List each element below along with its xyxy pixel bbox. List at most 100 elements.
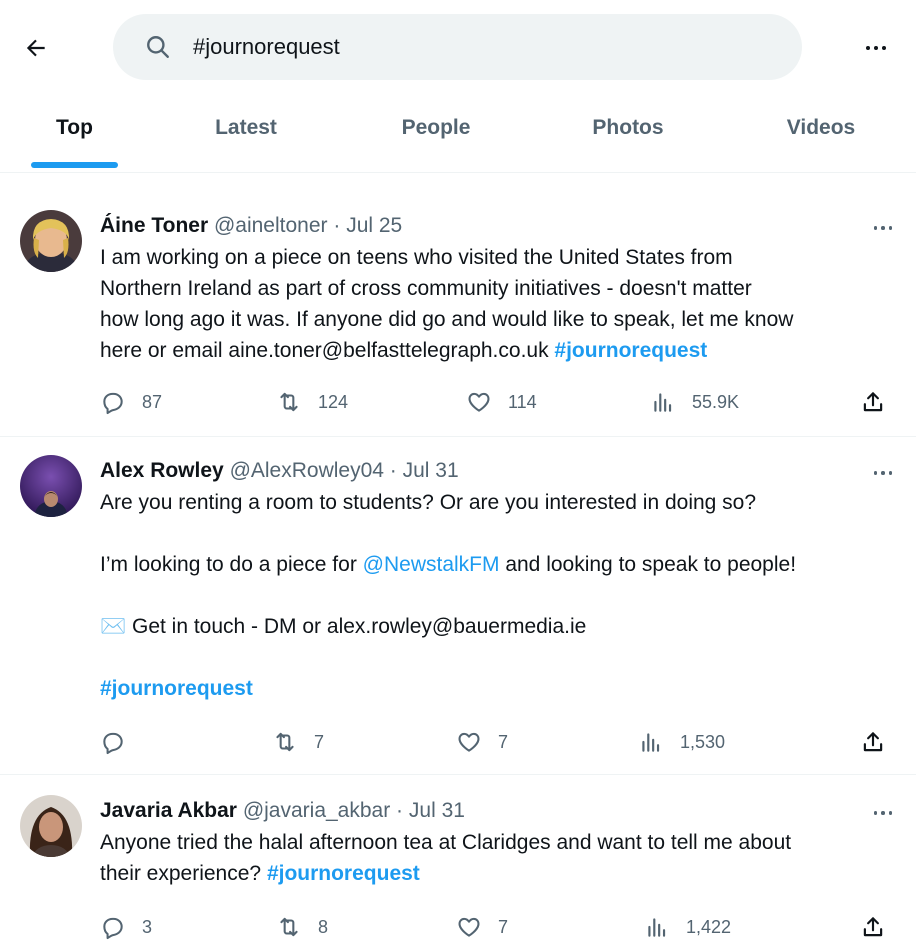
like-count: 114 [508,391,537,412]
hashtag-link[interactable]: #journorequest [267,862,420,885]
author-handle[interactable]: @javaria_akbar [243,799,390,822]
tab-people[interactable]: People [386,100,486,172]
tweet-actions: 87 124 114 55.9K [100,387,900,417]
avatar-image [20,455,82,517]
retweet-count: 7 [314,731,325,752]
retweet-button[interactable]: 7 [272,727,324,757]
more-icon [866,46,886,50]
retweet-button[interactable]: 124 [276,387,348,417]
separator: · [390,799,409,822]
retweet-button[interactable]: 8 [276,912,328,942]
tweet-actions: 3 8 7 1,422 [100,912,900,942]
separator: · [383,459,403,482]
views-button[interactable]: 1,422 [644,912,731,942]
tab-photos[interactable]: Photos [578,100,678,172]
retweet-icon [280,392,298,412]
tab-videos[interactable]: Videos [771,100,871,172]
like-button[interactable]: 114 [466,387,537,417]
search-header: Top Latest People Photos Videos [0,0,916,173]
reply-icon [103,392,123,415]
reply-button[interactable] [100,727,142,757]
heart-icon [458,917,480,937]
more-icon [873,226,893,230]
heart-icon [458,732,480,752]
search-input[interactable] [191,33,755,61]
reply-button[interactable]: 3 [100,912,152,942]
tweet-text-part: and looking to speak to people! [505,553,797,576]
tweet-text-part: Get in touch - DM or alex.rowley@bauerme… [131,615,587,638]
views-button[interactable]: 55.9K [650,387,739,417]
tweet-date[interactable]: Jul 25 [346,214,402,237]
hashtag-link[interactable]: #journorequest [554,339,707,362]
tweet-header: Áine Toner @aineltoner · Jul 25 [100,212,892,240]
separator: · [327,214,347,237]
tab-latest[interactable]: Latest [196,100,296,172]
tweet-text: Are you renting a room to students? Or a… [100,487,892,704]
author-name[interactable]: Áine Toner [100,214,208,237]
reply-count: 3 [142,916,153,937]
tweet-date[interactable]: Jul 31 [403,459,459,482]
tab-label: People [401,116,471,139]
tweet[interactable]: Áine Toner @aineltoner · Jul 25 I am wor… [0,190,916,437]
tab-label: Latest [215,116,277,139]
tweet-more-button[interactable] [868,216,898,240]
tweet-more-button[interactable] [868,461,898,485]
like-count: 7 [498,916,509,937]
avatar[interactable] [20,795,82,857]
author-name[interactable]: Alex Rowley [100,459,224,482]
like-button[interactable]: 7 [456,727,508,757]
analytics-icon [642,733,660,752]
tab-label: Videos [786,116,856,139]
share-icon [863,917,883,937]
views-count: 55.9K [692,391,740,412]
views-button[interactable]: 1,530 [638,727,725,757]
avatar-image [20,795,82,857]
retweet-count: 8 [318,916,329,937]
share-button[interactable] [860,912,886,942]
tweet-header: Alex Rowley @AlexRowley04 · Jul 31 [100,457,892,485]
like-count: 7 [498,731,509,752]
more-options-button[interactable] [858,30,894,66]
tweet-date[interactable]: Jul 31 [409,799,465,822]
mention-link[interactable]: @NewstalkFM [363,553,500,576]
tab-label: Photos [592,116,664,139]
search-tabs: Top Latest People Photos Videos [0,100,916,172]
retweet-count: 124 [318,391,349,412]
author-name[interactable]: Javaria Akbar [100,799,237,822]
reply-count: 87 [142,391,163,412]
analytics-icon [654,393,672,412]
envelope-icon: ✉️ [100,615,127,638]
tweet-text-part: Anyone tried the halal afternoon tea at … [100,831,792,885]
like-button[interactable]: 7 [456,912,508,942]
tweet[interactable]: Alex Rowley @AlexRowley04 · Jul 31 Are y… [0,437,916,775]
share-button[interactable] [860,387,886,417]
avatar[interactable] [20,210,82,272]
views-count: 1,422 [686,916,732,937]
author-handle[interactable]: @AlexRowley04 [230,459,384,482]
avatar[interactable] [20,455,82,517]
retweet-icon [276,732,294,752]
heart-icon [468,392,490,412]
back-button[interactable] [16,28,56,68]
active-tab-indicator [31,162,118,168]
retweet-icon [280,917,298,937]
tweet[interactable]: Javaria Akbar @javaria_akbar · Jul 31 An… [0,775,916,950]
author-handle[interactable]: @aineltoner [214,214,328,237]
avatar-image [20,210,82,272]
tweet-more-button[interactable] [868,801,898,825]
reply-icon [103,917,123,940]
search-box[interactable] [113,14,802,80]
tab-label: Top [56,116,93,139]
hashtag-link[interactable]: #journorequest [100,677,253,700]
share-button[interactable] [860,727,886,757]
share-icon [863,732,883,752]
views-count: 1,530 [680,731,726,752]
more-icon [873,471,893,475]
more-icon [873,811,893,815]
tweet-header: Javaria Akbar @javaria_akbar · Jul 31 [100,797,892,825]
reply-button[interactable]: 87 [100,387,162,417]
share-icon [863,392,883,412]
analytics-icon [648,918,666,937]
search-icon [147,36,169,58]
tweet-text: Anyone tried the halal afternoon tea at … [100,827,892,889]
